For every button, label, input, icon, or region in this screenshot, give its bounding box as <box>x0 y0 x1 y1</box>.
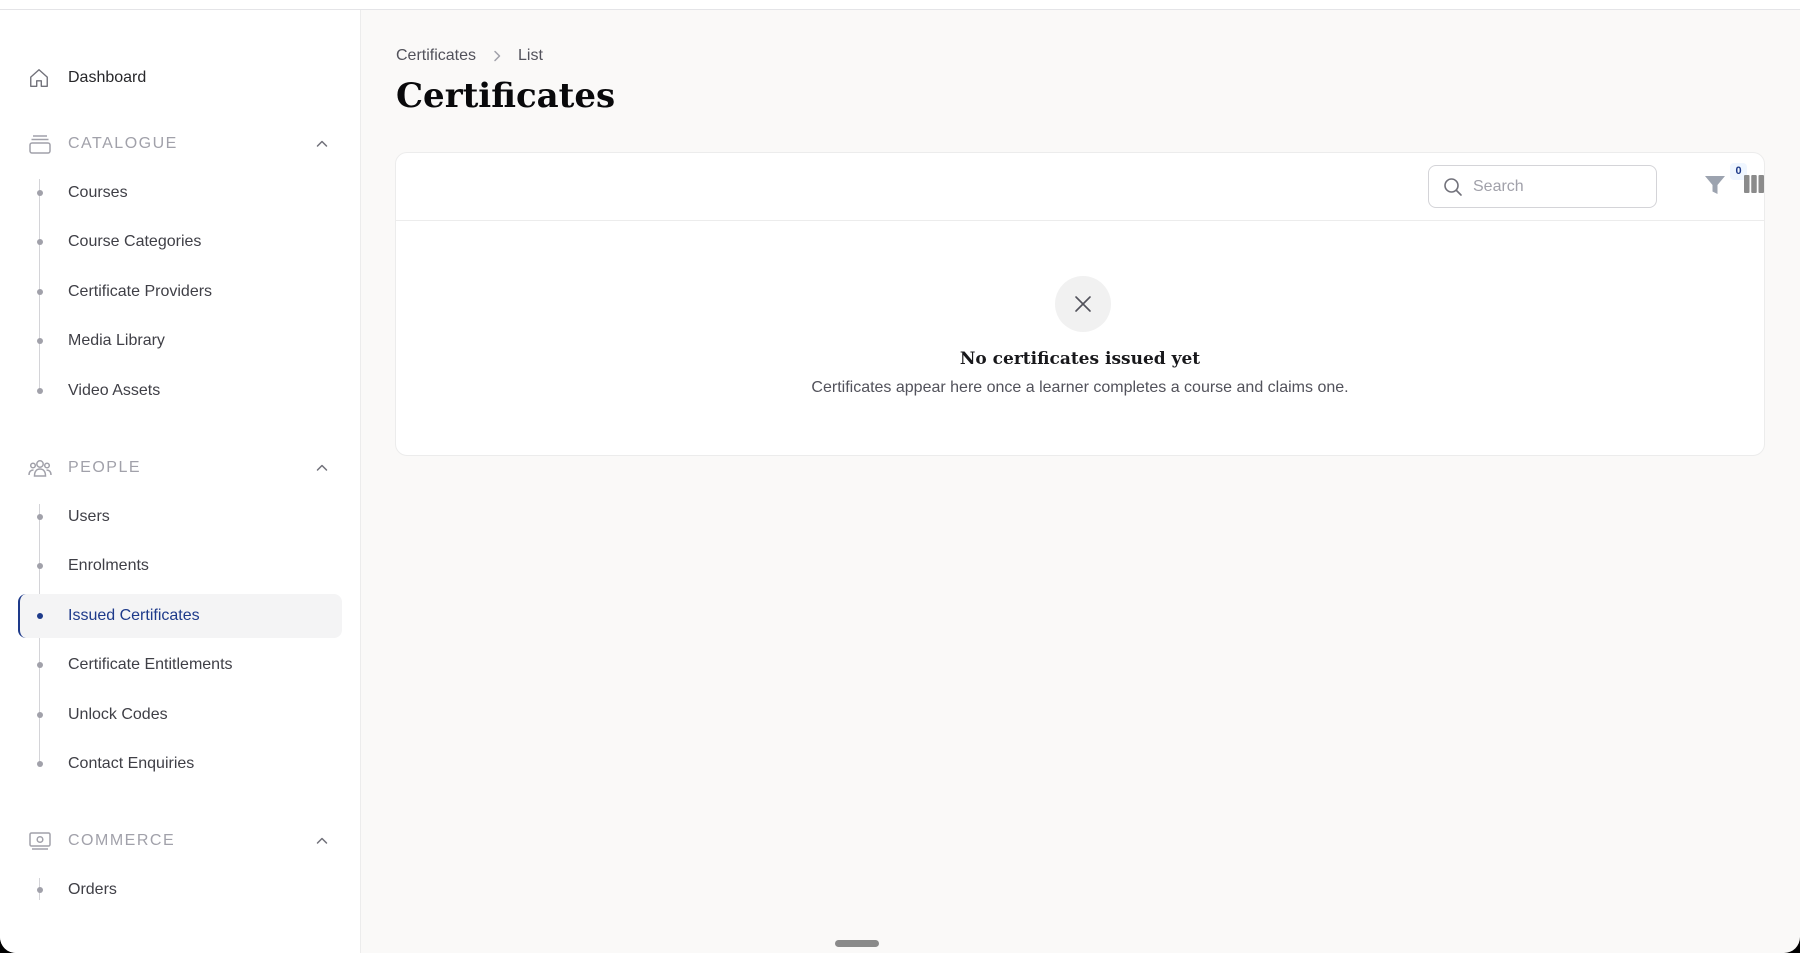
sidebar-item-label: Users <box>68 508 110 525</box>
sidebar-item-label: Video Assets <box>68 382 161 399</box>
sidebar-item-label: Enrolments <box>68 557 149 574</box>
bullet-icon <box>37 388 43 394</box>
sidebar-item-label: Certificate Entitlements <box>68 656 233 673</box>
sidebar-item-users[interactable]: Users <box>18 495 342 539</box>
group-label: COMMERCE <box>68 832 176 849</box>
bullet-icon <box>37 289 43 295</box>
home-icon <box>30 69 48 87</box>
sidebar-item-orders[interactable]: Orders <box>18 868 342 912</box>
sidebar-item-contact-enquiries[interactable]: Contact Enquiries <box>18 742 342 786</box>
banknote-icon <box>29 832 51 850</box>
window-resize-handle[interactable] <box>835 940 879 947</box>
group-label: CATALOGUE <box>68 135 178 152</box>
sidebar-item-video-assets[interactable]: Video Assets <box>18 369 342 413</box>
search-field[interactable] <box>1428 165 1657 208</box>
sidebar-item-label: Course Categories <box>68 233 202 250</box>
sidebar-item-label: Media Library <box>68 332 165 349</box>
sidebar-item-label: Issued Certificates <box>68 607 200 624</box>
bullet-icon <box>37 514 43 520</box>
sidebar-item-enrolments[interactable]: Enrolments <box>18 544 342 588</box>
chevron-up-icon[interactable] <box>314 136 330 152</box>
breadcrumb-current: List <box>518 47 543 64</box>
page-title: Certificates <box>396 76 616 116</box>
users-icon <box>28 460 52 477</box>
bullet-icon <box>37 712 43 718</box>
empty-state-icon <box>1055 276 1111 332</box>
bullet-icon <box>37 887 43 893</box>
bullet-icon <box>37 761 43 767</box>
group-header-commerce[interactable]: COMMERCE <box>18 823 342 859</box>
bullet-icon <box>37 613 43 619</box>
sidebar-item-label: Orders <box>68 881 117 898</box>
sidebar-item-certificate-entitlements[interactable]: Certificate Entitlements <box>18 643 342 687</box>
search-icon <box>1444 178 1462 196</box>
sidebar-item-media-library[interactable]: Media Library <box>18 319 342 363</box>
sidebar-item-label: Certificate Providers <box>68 283 213 300</box>
columns-icon[interactable] <box>1743 174 1765 194</box>
breadcrumb-link-certificates[interactable]: Certificates <box>396 47 476 65</box>
group-header-catalogue[interactable]: CATALOGUE <box>18 126 342 162</box>
filter-icon[interactable] <box>1704 174 1726 196</box>
close-icon <box>1075 296 1091 312</box>
sidebar-item-label: Courses <box>68 184 128 201</box>
breadcrumb: Certificates List <box>396 47 543 65</box>
bullet-icon <box>37 239 43 245</box>
bullet-icon <box>37 563 43 569</box>
sidebar: Dashboard CATALOGUE Courses Course Categ… <box>0 10 361 953</box>
sidebar-item-courses[interactable]: Courses <box>18 171 342 215</box>
sidebar-item-label: Unlock Codes <box>68 706 168 723</box>
table-toolbar: 0 <box>396 153 1764 221</box>
empty-state-description: Certificates appear here once a learner … <box>811 379 1349 396</box>
sidebar-item-unlock-codes[interactable]: Unlock Codes <box>18 693 342 737</box>
bullet-icon <box>37 338 43 344</box>
empty-state-title: No certificates issued yet <box>959 349 1201 369</box>
app-frame: Dashboard CATALOGUE Courses Course Categ… <box>0 0 1800 953</box>
chevron-right-icon <box>494 50 501 62</box>
group-label: PEOPLE <box>68 459 142 476</box>
chevron-up-icon[interactable] <box>314 833 330 849</box>
sidebar-item-label: Dashboard <box>68 69 147 86</box>
group-header-people[interactable]: PEOPLE <box>18 450 342 486</box>
chevron-up-icon[interactable] <box>314 460 330 476</box>
archive-icon <box>29 135 51 154</box>
sidebar-item-dashboard[interactable]: Dashboard <box>18 56 342 100</box>
sidebar-item-issued-certificates[interactable]: Issued Certificates <box>18 594 342 638</box>
bullet-icon <box>37 662 43 668</box>
main-content: Certificates List Certificates 0 <box>362 10 1800 953</box>
top-bar <box>0 0 1800 10</box>
sidebar-item-label: Contact Enquiries <box>68 755 195 772</box>
certificates-table-card: 0 No certificates issued yet Certificate… <box>395 152 1765 456</box>
sidebar-item-certificate-providers[interactable]: Certificate Providers <box>18 270 342 314</box>
search-input[interactable] <box>1473 176 1643 198</box>
bullet-icon <box>37 190 43 196</box>
sidebar-item-course-categories[interactable]: Course Categories <box>18 220 342 264</box>
